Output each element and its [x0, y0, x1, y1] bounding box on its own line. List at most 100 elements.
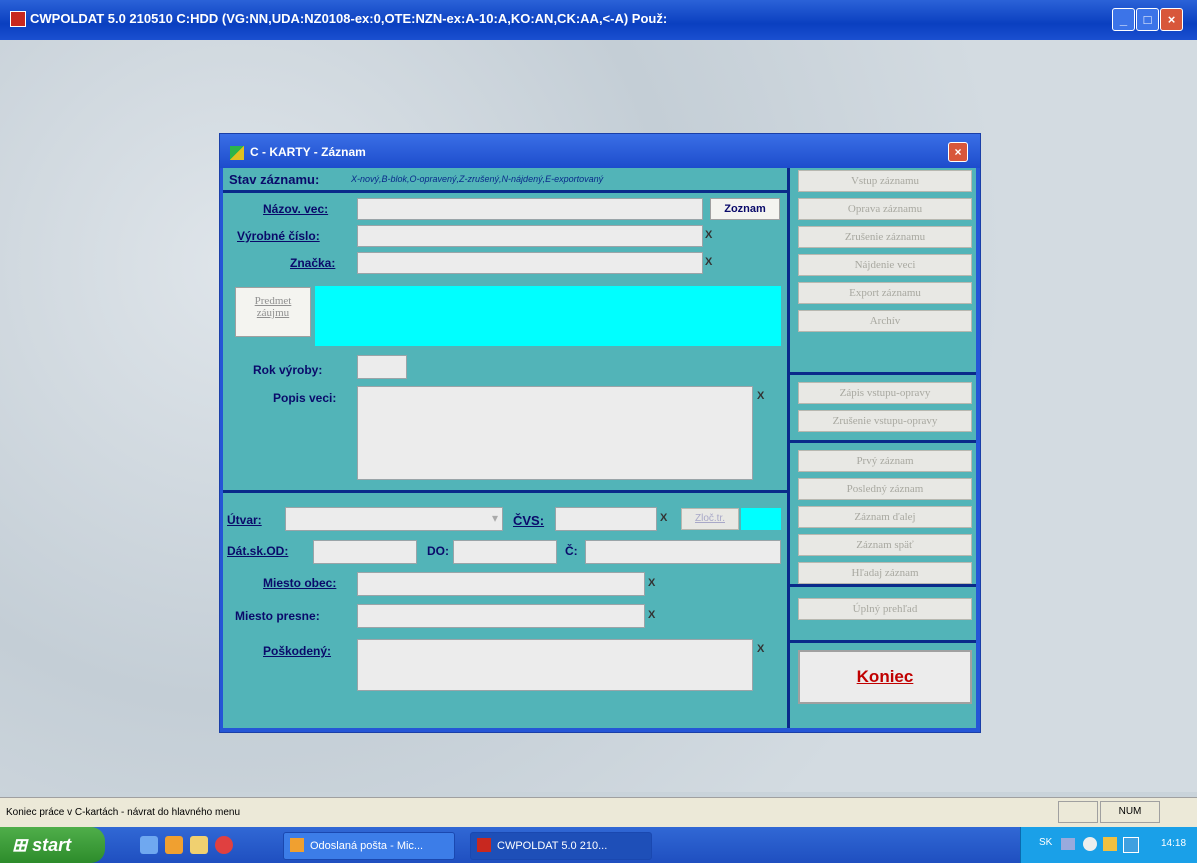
action-button-group3-2[interactable]: Záznam ďalej [798, 506, 972, 528]
utvar-select[interactable]: ▾ [285, 507, 503, 531]
taskbar-item-cwpoldat[interactable]: CWPOLDAT 5.0 210... [470, 832, 652, 860]
rok-vyroby-input[interactable] [357, 355, 407, 379]
cvs-input[interactable] [555, 507, 657, 531]
start-label: start [32, 835, 72, 855]
stav-hint: X-nový,B-blok,O-opravený,Z-zrušený,N-náj… [351, 174, 604, 184]
antivirus-icon[interactable] [1103, 837, 1117, 851]
app-icon [477, 838, 491, 852]
utvar-label: Útvar: [227, 513, 262, 527]
poskodeny-label: Poškodený: [263, 644, 332, 658]
minimize-button[interactable]: _ [1112, 8, 1135, 31]
status-bar: Koniec práce v C-kartách - návrat do hla… [0, 797, 1197, 828]
dialog-title-bar: C - KARTY - Záznam × [220, 134, 980, 168]
zoznam-button[interactable]: Zoznam [710, 198, 780, 220]
taskbar: ⊞ start Odoslaná pošta - Mic... CWPOLDAT… [0, 827, 1197, 863]
datsk-od-input[interactable] [313, 540, 417, 564]
action-button-group1-3[interactable]: Nájdenie veci [798, 254, 972, 276]
record-form: Stav záznamu: X-nový,B-blok,O-opravený,Z… [223, 168, 787, 728]
dialog-title: C - KARTY - Záznam [250, 145, 366, 159]
rok-vyroby-label: Rok výroby: [253, 363, 323, 377]
predmet-zaujmu-button[interactable]: Predmet záujmu [235, 287, 311, 337]
nazov-label: Názov. vec: [263, 202, 329, 216]
vyrobne-cislo-label: Výrobné číslo: [237, 229, 320, 243]
action-buttons-panel: Vstup záznamu Oprava záznamu Zrušenie zázn… [790, 168, 976, 728]
poskodeny-x-mark: X [757, 643, 765, 655]
divider [790, 440, 976, 443]
clock: 14:18 [1161, 838, 1187, 849]
status-panel [1058, 801, 1098, 823]
koniec-button[interactable]: Koniec [798, 650, 972, 704]
windows-flag-icon: ⊞ [12, 835, 28, 855]
miesto-presne-x-mark: X [648, 609, 656, 621]
num-indicator: NUM [1100, 801, 1160, 823]
predmet-zaujmu-area[interactable] [315, 286, 781, 346]
predmet-line2: záujmu [256, 307, 290, 319]
zloc-tr-button[interactable]: Zloč.tr. [681, 508, 739, 530]
action-button-group1-4[interactable]: Export záznamu [798, 282, 972, 304]
action-button-group2-1[interactable]: Zrušenie vstupu-opravy [798, 410, 972, 432]
popis-veci-input[interactable] [357, 386, 753, 480]
action-button-group1-0[interactable]: Vstup záznamu [798, 170, 972, 192]
folder-icon[interactable] [190, 836, 208, 854]
network-icon[interactable] [1061, 838, 1075, 850]
do-label: DO: [427, 544, 449, 558]
nazov-input[interactable] [357, 198, 703, 220]
action-button-group1-5[interactable]: Archív [798, 310, 972, 332]
start-button[interactable]: ⊞ start [0, 827, 105, 863]
divider [223, 190, 787, 193]
mail-icon[interactable] [165, 836, 183, 854]
action-button-group3-3[interactable]: Záznam späť [798, 534, 972, 556]
action-button-group4-0[interactable]: Úplný prehľad [798, 598, 972, 620]
chevron-down-icon: ▾ [491, 511, 498, 525]
app-title-bar: CWPOLDAT 5.0 210510 C:HDD (VG:NN,UDA:NZ0… [0, 0, 1197, 40]
zloc-tr-field[interactable] [741, 508, 781, 530]
do-input[interactable] [453, 540, 557, 564]
app-icon [10, 11, 26, 27]
znacka-label: Značka: [290, 256, 336, 270]
poskodeny-input[interactable] [357, 639, 753, 691]
cvs-label: ČVS: [513, 513, 545, 528]
vyrobne-cislo-input[interactable] [357, 225, 703, 247]
znacka-input[interactable] [357, 252, 703, 274]
security-icon[interactable] [1123, 837, 1139, 853]
c-input[interactable] [585, 540, 781, 564]
action-button-group2-0[interactable]: Zápis vstupu-opravy [798, 382, 972, 404]
status-message: Koniec práce v C-kartách - návrat do hla… [6, 807, 241, 818]
action-button-group3-4[interactable]: Hľadaj záznam [798, 562, 972, 584]
popis-x-mark: X [757, 390, 765, 402]
action-button-group3-1[interactable]: Posledný záznam [798, 478, 972, 500]
miesto-presne-input[interactable] [357, 604, 645, 628]
dialog-icon [230, 146, 244, 160]
datsk-od-label: Dát.sk.OD: [227, 544, 289, 558]
karty-dialog: C - KARTY - Záznam × Stav záznamu: X-nov… [219, 133, 981, 733]
miesto-obec-label: Miesto obec: [263, 576, 337, 590]
system-tray: SK 14:18 [1020, 827, 1197, 863]
app-title: CWPOLDAT 5.0 210510 C:HDD (VG:NN,UDA:NZ0… [30, 11, 668, 26]
popis-veci-label: Popis veci: [273, 391, 337, 405]
taskbar-item-mail[interactable]: Odoslaná pošta - Mic... [283, 832, 455, 860]
action-button-group1-2[interactable]: Zrušenie záznamu [798, 226, 972, 248]
c-label: Č: [565, 544, 578, 558]
divider [790, 372, 976, 375]
dialog-close-button[interactable]: × [948, 142, 968, 162]
outlook-icon [290, 838, 304, 852]
miesto-presne-label: Miesto presne: [235, 609, 320, 623]
miesto-obec-x-mark: X [648, 577, 656, 589]
predmet-line1: Predmet [254, 295, 292, 307]
divider [790, 584, 976, 587]
action-button-group3-0[interactable]: Prvý záznam [798, 450, 972, 472]
language-indicator[interactable]: SK [1039, 837, 1052, 848]
divider [223, 490, 787, 493]
znacka-x-mark: X [705, 256, 713, 268]
miesto-obec-input[interactable] [357, 572, 645, 596]
cvs-x-mark: X [660, 512, 668, 524]
media-icon[interactable] [215, 836, 233, 854]
action-button-group1-1[interactable]: Oprava záznamu [798, 198, 972, 220]
ie-icon[interactable] [140, 836, 158, 854]
stav-label: Stav záznamu: [229, 172, 320, 187]
close-button[interactable]: × [1160, 8, 1183, 31]
vyrobne-x-mark: X [705, 229, 713, 241]
volume-icon[interactable] [1083, 837, 1097, 851]
maximize-button[interactable]: □ [1136, 8, 1159, 31]
taskbar-item-label: Odoslaná pošta - Mic... [310, 840, 424, 852]
